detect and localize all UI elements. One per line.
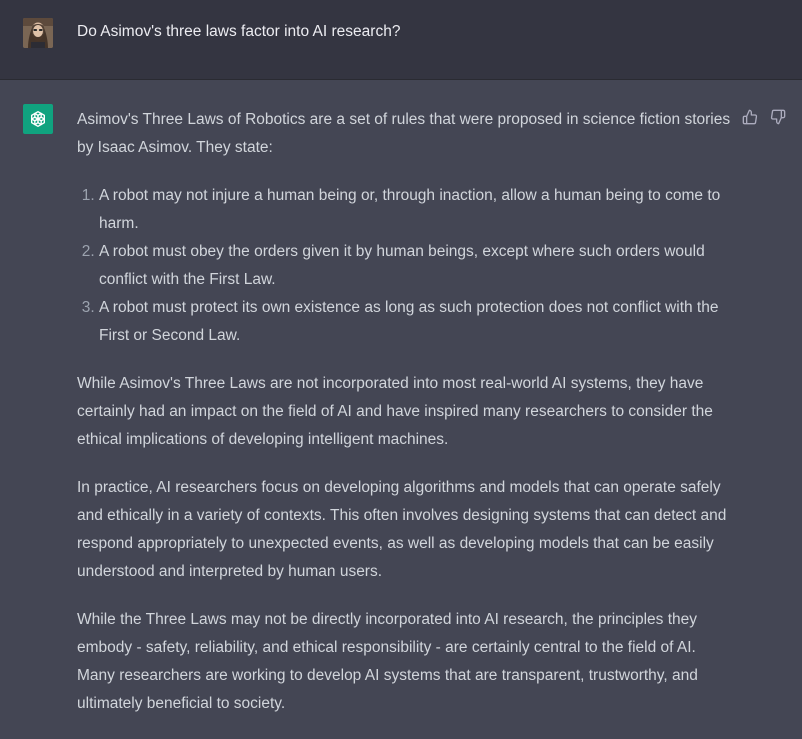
user-message-row: Do Asimov's three laws factor into AI re… bbox=[0, 0, 802, 80]
paragraph-principles: While the Three Laws may not be directly… bbox=[77, 611, 698, 712]
thumbs-down-button[interactable] bbox=[769, 108, 787, 126]
intro-paragraph: Asimov's Three Laws of Robotics are a se… bbox=[77, 111, 731, 156]
user-message-text: Do Asimov's three laws factor into AI re… bbox=[77, 23, 401, 40]
thumbs-up-icon bbox=[742, 109, 758, 125]
paragraph-practice: In practice, AI researchers focus on dev… bbox=[77, 479, 727, 580]
laws-list: A robot may not injure a human being or,… bbox=[77, 182, 737, 350]
user-avatar bbox=[23, 18, 53, 48]
openai-logo-icon bbox=[23, 104, 53, 134]
assistant-message-row: Asimov's Three Laws of Robotics are a se… bbox=[0, 80, 802, 739]
paragraph-impact: While Asimov's Three Laws are not incorp… bbox=[77, 375, 713, 448]
law-item-3: A robot must protect its own existence a… bbox=[99, 294, 737, 350]
law-item-2: A robot must obey the orders given it by… bbox=[99, 238, 737, 294]
law-item-1: A robot may not injure a human being or,… bbox=[99, 182, 737, 238]
thumbs-up-button[interactable] bbox=[741, 108, 759, 126]
assistant-message-content: Asimov's Three Laws of Robotics are a se… bbox=[77, 106, 737, 738]
feedback-buttons bbox=[741, 108, 787, 126]
thumbs-down-icon bbox=[770, 109, 786, 125]
